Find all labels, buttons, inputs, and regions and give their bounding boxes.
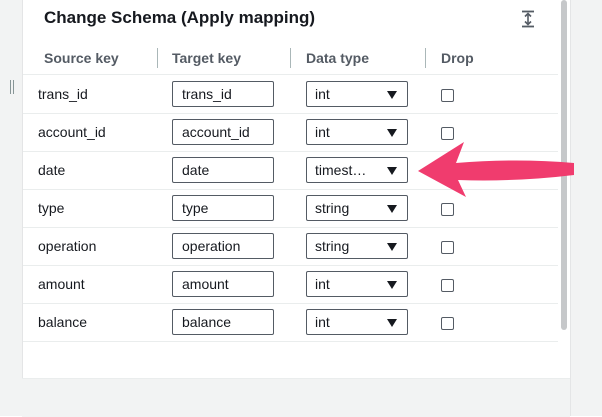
source-key: amount bbox=[38, 276, 85, 292]
source-key: date bbox=[38, 162, 66, 178]
drop-checkbox[interactable] bbox=[441, 89, 454, 102]
caret-down-icon bbox=[387, 129, 397, 137]
data-type-select[interactable]: int bbox=[306, 81, 408, 107]
data-type-select[interactable]: string bbox=[306, 233, 408, 259]
column-header-drop: Drop bbox=[441, 50, 474, 66]
target-key-input[interactable] bbox=[172, 157, 274, 183]
app-frame: Change Schema (Apply mapping) Source key… bbox=[0, 0, 602, 417]
panel-footer bbox=[22, 378, 570, 417]
caret-down-icon bbox=[387, 91, 397, 99]
vertical-scrollbar[interactable] bbox=[558, 0, 570, 378]
column-divider[interactable] bbox=[425, 48, 426, 68]
source-key: operation bbox=[38, 238, 97, 254]
column-header-data-type: Data type bbox=[306, 50, 370, 66]
table-row: balance int bbox=[23, 304, 558, 342]
table-row: operation string bbox=[23, 228, 558, 266]
drop-checkbox[interactable] bbox=[441, 203, 454, 216]
panel-title: Change Schema (Apply mapping) bbox=[44, 8, 316, 27]
target-key-input[interactable] bbox=[172, 309, 274, 335]
data-type-select[interactable]: int bbox=[306, 119, 408, 145]
change-schema-panel: Change Schema (Apply mapping) Source key… bbox=[23, 0, 558, 378]
target-key-input[interactable] bbox=[172, 81, 274, 107]
caret-down-icon bbox=[387, 167, 397, 175]
source-key: type bbox=[38, 200, 65, 216]
table-header: Source key Target key Data type Drop bbox=[23, 44, 558, 75]
data-type-select[interactable]: int bbox=[306, 271, 408, 297]
column-header-target-key: Target key bbox=[172, 50, 241, 66]
drop-checkbox[interactable] bbox=[441, 317, 454, 330]
target-key-input[interactable] bbox=[172, 195, 274, 221]
target-key-input[interactable] bbox=[172, 271, 274, 297]
source-key: account_id bbox=[38, 124, 106, 140]
table-row: date timest… bbox=[23, 152, 558, 190]
left-resize-strip[interactable] bbox=[0, 0, 23, 416]
data-type-select[interactable]: int bbox=[306, 309, 408, 335]
target-key-input[interactable] bbox=[172, 119, 274, 145]
drop-checkbox[interactable] bbox=[441, 241, 454, 254]
caret-down-icon bbox=[387, 319, 397, 327]
collapse-vertical-icon[interactable] bbox=[520, 10, 536, 28]
target-key-input[interactable] bbox=[172, 233, 274, 259]
caret-down-icon bbox=[387, 205, 397, 213]
table-row: type string bbox=[23, 190, 558, 228]
drop-checkbox[interactable] bbox=[441, 127, 454, 140]
table-row: trans_id int bbox=[23, 76, 558, 114]
data-type-value: int bbox=[315, 314, 330, 330]
source-key: balance bbox=[38, 314, 88, 330]
data-type-value: int bbox=[315, 276, 330, 292]
drop-checkbox[interactable] bbox=[441, 279, 454, 292]
column-divider[interactable] bbox=[290, 48, 291, 68]
data-type-select[interactable]: timest… bbox=[306, 157, 408, 183]
column-divider[interactable] bbox=[157, 48, 158, 68]
table-row: amount int bbox=[23, 266, 558, 304]
data-type-value: string bbox=[315, 200, 350, 216]
scrollbar-thumb[interactable] bbox=[561, 0, 567, 330]
column-header-source-key: Source key bbox=[44, 50, 119, 66]
data-type-value: int bbox=[315, 124, 330, 140]
caret-down-icon bbox=[387, 281, 397, 289]
table-row: account_id int bbox=[23, 114, 558, 152]
data-type-value: timest… bbox=[315, 162, 367, 178]
right-side-strip bbox=[570, 0, 602, 416]
data-type-select[interactable]: string bbox=[306, 195, 408, 221]
caret-down-icon bbox=[387, 243, 397, 251]
source-key: trans_id bbox=[38, 86, 88, 102]
data-type-value: string bbox=[315, 238, 350, 254]
data-type-value: int bbox=[315, 86, 330, 102]
resize-grip-icon[interactable] bbox=[10, 80, 14, 94]
